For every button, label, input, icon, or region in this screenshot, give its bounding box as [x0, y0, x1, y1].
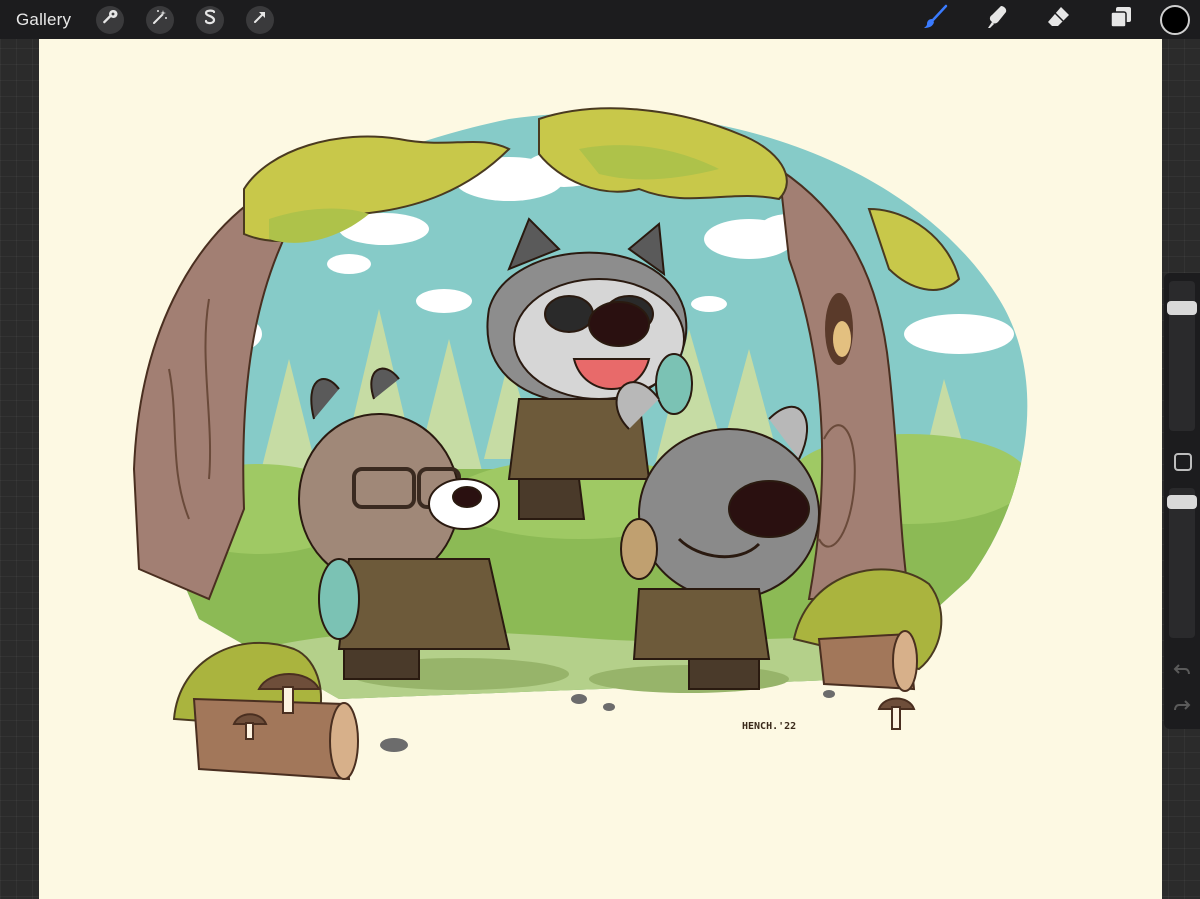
adjustments-button[interactable] [146, 5, 175, 34]
opacity-slider[interactable] [1167, 488, 1197, 638]
gallery-button[interactable]: Gallery [16, 10, 71, 30]
color-swatch[interactable] [1160, 4, 1190, 35]
transform-arrow-icon [252, 9, 268, 30]
smudge-icon [984, 4, 1010, 35]
opacity-thumb[interactable] [1167, 494, 1197, 509]
selection-button[interactable] [196, 5, 225, 34]
selection-icon [202, 9, 218, 30]
redo-button[interactable] [1173, 697, 1191, 715]
undo-button[interactable] [1173, 661, 1191, 679]
smudge-button[interactable] [977, 0, 1017, 39]
magic-wand-icon [152, 9, 168, 30]
transform-button[interactable] [246, 5, 275, 34]
actions-button[interactable] [96, 5, 125, 34]
top-toolbar: Gallery [0, 0, 1200, 39]
drawing-canvas[interactable]: HENCH.'22 [39, 39, 1162, 899]
artwork [132, 107, 1028, 781]
brush-size-slider[interactable] [1167, 281, 1197, 431]
right-tool-group [904, 0, 1200, 39]
layers-icon [1109, 5, 1133, 34]
brush-size-thumb[interactable] [1167, 301, 1197, 316]
artist-signature: HENCH.'22 [742, 721, 797, 732]
brush-icon [922, 4, 948, 35]
paint-button[interactable] [915, 0, 955, 39]
eraser-icon [1046, 4, 1072, 35]
layers-button[interactable] [1101, 0, 1141, 39]
wrench-icon [102, 9, 118, 30]
undo-icon [1173, 664, 1191, 683]
modify-button[interactable] [1174, 453, 1192, 471]
brush-sidebar [1164, 273, 1200, 729]
erase-button[interactable] [1039, 0, 1079, 39]
redo-icon [1173, 700, 1191, 719]
